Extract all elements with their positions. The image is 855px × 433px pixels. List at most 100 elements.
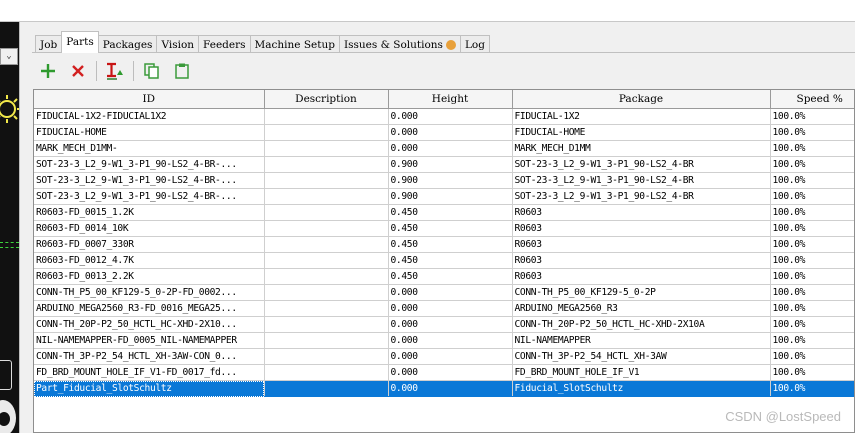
column-header-package[interactable]: Package [512,90,771,109]
table-cell-id[interactable]: FD_BRD_MOUNT_HOLE_IF_V1-FD_0017_fd... [34,364,265,381]
table-cell-height[interactable]: 0.450 [388,236,513,253]
table-row[interactable]: MARK_MECH_D1MM- 0.000 MARK_MECH_D1MM 100.0% [34,140,854,157]
tab-issues-solutions[interactable]: Issues & Solutions [338,35,461,53]
table-cell-speed[interactable]: 100.0% [770,316,854,333]
table-cell-height[interactable]: 0.000 [388,364,513,381]
table-cell-height[interactable]: 0.000 [388,332,513,349]
splitter-handle[interactable] [19,22,32,433]
table-cell-id[interactable]: SOT-23-3_L2_9-W1_3-P1_90-LS2_4-BR-... [34,172,265,189]
table-cell-package[interactable]: R0603 [512,236,771,253]
table-cell-height[interactable]: 0.000 [388,284,513,301]
table-cell-package[interactable]: SOT-23-3_L2_9-W1_3-P1_90-LS2_4-BR [512,156,771,173]
table-cell-height[interactable]: 0.900 [388,156,513,173]
column-header-speed[interactable]: Speed % [770,90,854,109]
column-header-description[interactable]: Description [264,90,389,109]
table-cell-height[interactable]: 0.450 [388,252,513,269]
table-cell-height[interactable]: 0.450 [388,268,513,285]
table-cell-id[interactable]: NIL-NAMEMAPPER-FD_0005_NIL-NAMEMAPPER [34,332,265,349]
table-cell-speed[interactable]: 100.0% [770,156,854,173]
table-row[interactable]: SOT-23-3_L2_9-W1_3-P1_90-LS2_4-BR-... 0.9… [34,172,854,189]
table-cell-description[interactable] [264,316,389,333]
table-row[interactable]: FIDUCIAL-HOME 0.000 FIDUCIAL-HOME 100.0% [34,124,854,141]
paste-button[interactable] [170,59,194,83]
table-row[interactable]: SOT-23-3_L2_9-W1_3-P1_90-LS2_4-BR-... 0.9… [34,188,854,205]
table-cell-package[interactable]: SOT-23-3_L2_9-W1_3-P1_90-LS2_4-BR [512,172,771,189]
table-cell-speed[interactable]: 100.0% [770,300,854,317]
table-cell-height[interactable]: 0.000 [388,316,513,333]
tab-machine-setup[interactable]: Machine Setup [249,35,340,53]
table-cell-id[interactable]: R0603-FD_0007_330R [34,236,265,253]
table-cell-package[interactable]: FIDUCIAL-1X2 [512,108,771,125]
table-cell-speed[interactable]: 100.0% [770,220,854,237]
tab-job[interactable]: Job [35,35,63,53]
table-cell-speed[interactable]: 100.0% [770,380,854,397]
table-cell-id[interactable]: CONN-TH_P5_00_KF129-5_0-2P-FD_0002... [34,284,265,301]
table-cell-description[interactable] [264,348,389,365]
table-cell-description[interactable] [264,236,389,253]
table-cell-id[interactable]: MARK_MECH_D1MM- [34,140,265,157]
table-row[interactable]: Part_Fiducial_SlotSchultz 0.000 Fiducial_S… [34,380,854,397]
table-cell-id[interactable]: FIDUCIAL-1X2-FIDUCIAL1X2 [34,108,265,125]
table-cell-height[interactable]: 0.450 [388,220,513,237]
table-cell-id[interactable]: R0603-FD_0014_10K [34,220,265,237]
table-cell-speed[interactable]: 100.0% [770,332,854,349]
table-cell-speed[interactable]: 100.0% [770,364,854,381]
table-cell-speed[interactable]: 100.0% [770,172,854,189]
table-cell-speed[interactable]: 100.0% [770,284,854,301]
table-cell-id[interactable]: R0603-FD_0012_4.7K [34,252,265,269]
table-cell-description[interactable] [264,332,389,349]
table-cell-speed[interactable]: 100.0% [770,140,854,157]
table-cell-id[interactable]: R0603-FD_0015_1.2K [34,204,265,221]
table-cell-speed[interactable]: 100.0% [770,188,854,205]
table-cell-id[interactable]: CONN-TH_20P-P2_50_HCTL_HC-XHD-2X10... [34,316,265,333]
table-cell-id[interactable]: ARDUINO_MEGA2560_R3-FD_0016_MEGA25... [34,300,265,317]
table-cell-package[interactable]: R0603 [512,220,771,237]
table-cell-id[interactable]: R0603-FD_0013_2.2K [34,268,265,285]
set-height-button[interactable] [103,59,127,83]
table-cell-package[interactable]: NIL-NAMEMAPPER [512,332,771,349]
table-row[interactable]: CONN-TH_3P-P2_54_HCTL_XH-3AW-CON_0... 0.0… [34,348,854,365]
table-cell-description[interactable] [264,300,389,317]
table-row[interactable]: R0603-FD_0007_330R 0.450 R0603 100.0% [34,236,854,253]
table-cell-description[interactable] [264,108,389,125]
table-cell-speed[interactable]: 100.0% [770,252,854,269]
table-cell-description[interactable] [264,364,389,381]
table-cell-description[interactable] [264,284,389,301]
table-cell-description[interactable] [264,124,389,141]
table-cell-description[interactable] [264,220,389,237]
table-row[interactable]: ARDUINO_MEGA2560_R3-FD_0016_MEGA25... 0.0… [34,300,854,317]
table-cell-package[interactable]: ARDUINO_MEGA2560_R3 [512,300,771,317]
tab-vision[interactable]: Vision [156,35,200,53]
table-cell-speed[interactable]: 100.0% [770,348,854,365]
table-cell-package[interactable]: MARK_MECH_D1MM [512,140,771,157]
table-cell-package[interactable]: R0603 [512,204,771,221]
tab-log[interactable]: Log [459,35,490,53]
table-cell-description[interactable] [264,204,389,221]
table-cell-package[interactable]: Fiducial_SlotSchultz [512,380,771,397]
table-cell-height[interactable]: 0.900 [388,172,513,189]
table-cell-description[interactable] [264,156,389,173]
table-cell-description[interactable] [264,252,389,269]
table-cell-speed[interactable]: 100.0% [770,124,854,141]
add-part-button[interactable] [36,59,60,83]
table-row[interactable]: R0603-FD_0012_4.7K 0.450 R0603 100.0% [34,252,854,269]
table-cell-speed[interactable]: 100.0% [770,204,854,221]
table-cell-height[interactable]: 0.000 [388,380,513,397]
column-header-height[interactable]: Height [388,90,513,109]
table-row[interactable]: CONN-TH_P5_00_KF129-5_0-2P-FD_0002... 0.0… [34,284,854,301]
table-cell-description[interactable] [264,380,389,397]
camera-select-dropdown[interactable]: ⌄ [0,48,18,65]
copy-button[interactable] [140,59,164,83]
table-cell-package[interactable]: CONN-TH_P5_00_KF129-5_0-2P [512,284,771,301]
column-header-id[interactable]: ID [34,90,265,109]
table-row[interactable]: FIDUCIAL-1X2-FIDUCIAL1X2 0.000 FIDUCIAL-1X… [34,108,854,125]
table-cell-description[interactable] [264,188,389,205]
tab-feeders[interactable]: Feeders [198,35,251,53]
table-row[interactable]: R0603-FD_0014_10K 0.450 R0603 100.0% [34,220,854,237]
table-row[interactable]: NIL-NAMEMAPPER-FD_0005_NIL-NAMEMAPPER 0.0… [34,332,854,349]
table-cell-height[interactable]: 0.450 [388,204,513,221]
table-cell-package[interactable]: FD_BRD_MOUNT_HOLE_IF_V1 [512,364,771,381]
table-cell-height[interactable]: 0.000 [388,348,513,365]
table-cell-package[interactable]: R0603 [512,268,771,285]
table-cell-package[interactable]: CONN-TH_20P-P2_50_HCTL_HC-XHD-2X10A [512,316,771,333]
